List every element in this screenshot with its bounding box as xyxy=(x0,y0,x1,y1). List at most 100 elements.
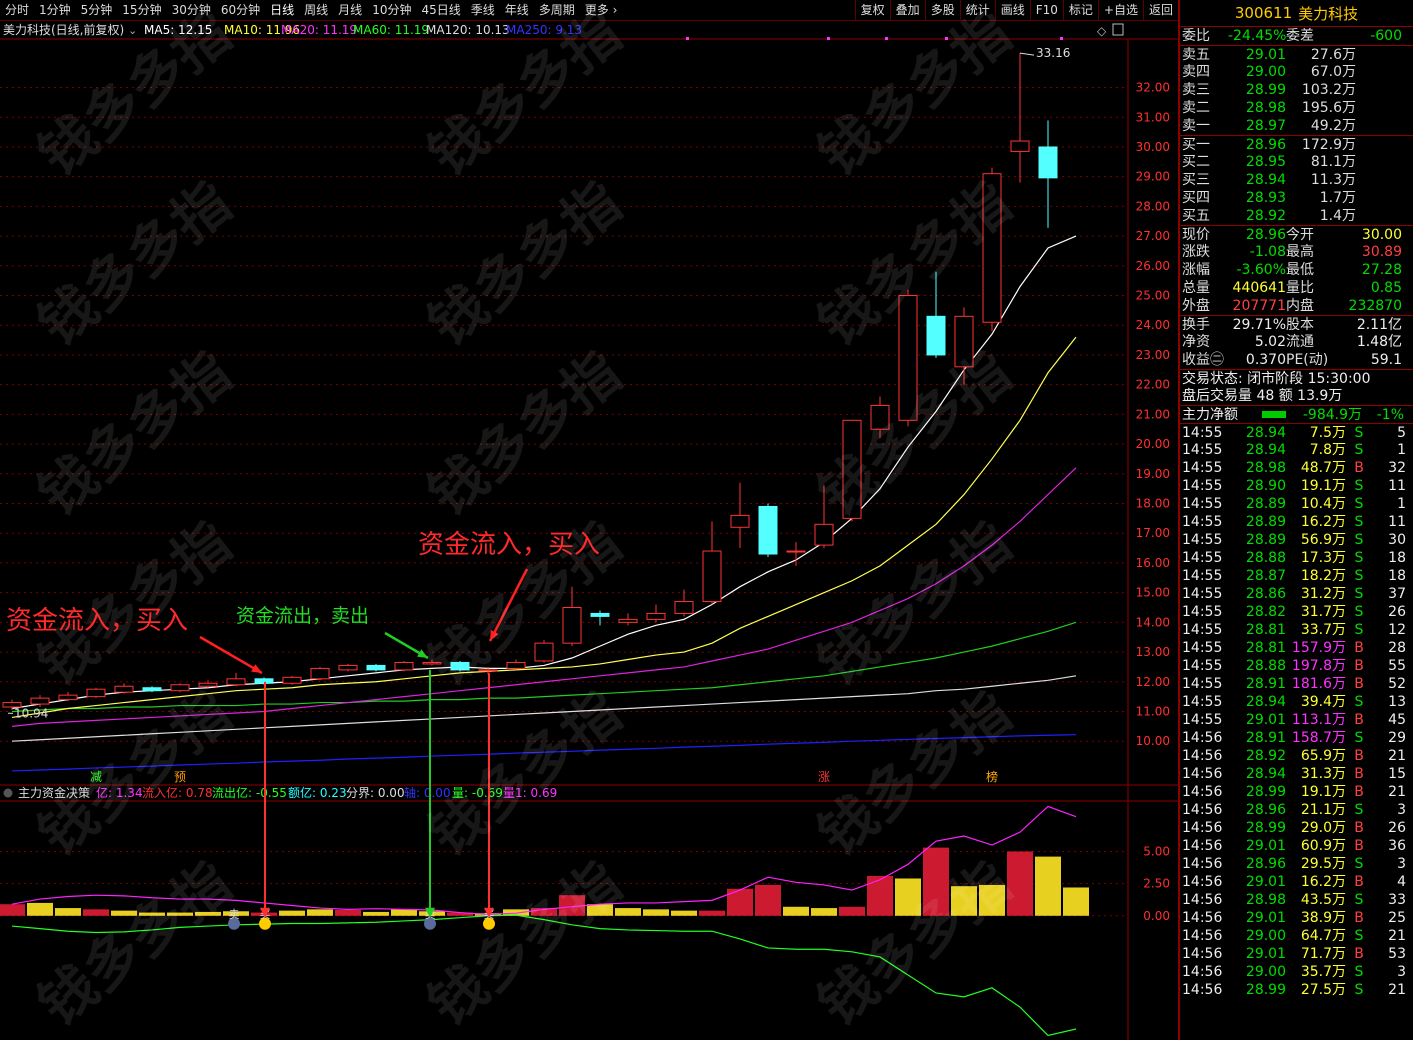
candle[interactable] xyxy=(198,680,218,688)
candle[interactable] xyxy=(870,396,890,439)
period-tab-8[interactable]: 月线 xyxy=(333,0,367,20)
period-toolbar: 分时 1分钟 5分钟 15分钟 30分钟 60分钟 日线 周线 月线 10分钟 45日线 季线 年线 多周… xyxy=(0,0,1178,21)
ask-volume: 103.2万 xyxy=(1301,82,1356,98)
candle[interactable] xyxy=(366,663,386,672)
collapse-icon[interactable]: ⌄ xyxy=(128,24,137,37)
order-ratio-row[interactable]: 委比 -24.45% 委差 -600 xyxy=(1180,27,1413,45)
tick-side: S xyxy=(1354,442,1364,458)
ask-row[interactable]: 卖五 29.01 27.6万 xyxy=(1180,45,1413,63)
candle-body xyxy=(394,661,414,671)
candle[interactable] xyxy=(926,271,946,358)
quote-header[interactable]: 300611 美力科技 xyxy=(1180,0,1413,27)
candle[interactable] xyxy=(450,660,470,672)
stat-row[interactable]: 外盘 207771 内盘 232870 xyxy=(1180,297,1413,315)
candle[interactable] xyxy=(506,659,526,670)
tool-button-3[interactable]: 统计 xyxy=(959,0,995,21)
stat-row[interactable]: 涨幅 -3.60% 最低 27.28 xyxy=(1180,261,1413,279)
candle-body xyxy=(786,550,806,553)
tool-button-1[interactable]: 叠加 xyxy=(889,0,925,21)
candle[interactable] xyxy=(758,503,778,557)
candle[interactable] xyxy=(842,419,862,522)
period-tab-14[interactable]: 更多 › xyxy=(580,0,623,20)
period-tab-9[interactable]: 10分钟 xyxy=(367,0,416,20)
panel-toggle-icon[interactable] xyxy=(1112,23,1124,36)
high-label: 33.16 xyxy=(1036,46,1070,60)
candle[interactable] xyxy=(422,659,442,666)
tick-volume: 31.7万 xyxy=(1300,604,1346,620)
candle[interactable] xyxy=(590,610,610,626)
candle[interactable] xyxy=(170,683,190,693)
ask-row[interactable]: 卖四 29.00 67.0万 xyxy=(1180,63,1413,81)
stat-row[interactable]: 总量 440641 量比 0.85 xyxy=(1180,279,1413,297)
period-tab-13[interactable]: 多周期 xyxy=(534,0,580,20)
ind-collapse-icon[interactable] xyxy=(3,788,13,798)
ask-row[interactable]: 卖二 28.98 195.6万 xyxy=(1180,99,1413,117)
candle[interactable] xyxy=(1010,53,1030,183)
candle[interactable] xyxy=(1038,120,1058,228)
candle[interactable] xyxy=(954,307,974,385)
ask-label: 卖一 xyxy=(1182,118,1210,134)
bid-row[interactable]: 买五 28.92 1.4万 xyxy=(1180,207,1413,225)
candle[interactable] xyxy=(226,672,246,687)
candle[interactable] xyxy=(898,289,918,427)
stat2-row[interactable]: 净资 5.02 流通 1.48亿 xyxy=(1180,333,1413,351)
candle[interactable] xyxy=(310,666,330,681)
tool-button-2[interactable]: 多股 xyxy=(924,0,960,21)
period-tab-10[interactable]: 45日线 xyxy=(416,0,465,20)
tool-button-5[interactable]: F10 xyxy=(1029,0,1063,21)
candle[interactable] xyxy=(814,485,834,549)
bid-row[interactable]: 买四 28.93 1.7万 xyxy=(1180,189,1413,207)
tick-price: 28.96 xyxy=(1245,802,1286,818)
period-tab-6[interactable]: 日线 xyxy=(265,0,299,20)
tick-time: 14:56 xyxy=(1182,802,1223,818)
tool-button-0[interactable]: 复权 xyxy=(854,0,890,21)
bid-row[interactable]: 买一 28.96 172.9万 xyxy=(1180,135,1413,153)
period-tab-12[interactable]: 年线 xyxy=(500,0,534,20)
stat-row[interactable]: 现价 28.96 今开 30.00 xyxy=(1180,225,1413,243)
tool-button-7[interactable]: +自选 xyxy=(1097,0,1143,21)
candle[interactable] xyxy=(674,589,694,617)
candle[interactable] xyxy=(338,663,358,672)
candle[interactable] xyxy=(982,167,1002,332)
ind-bar xyxy=(615,908,641,916)
period-tab-0[interactable]: 分时 xyxy=(0,0,34,20)
candle[interactable] xyxy=(562,586,582,647)
period-tab-4[interactable]: 30分钟 xyxy=(167,0,216,20)
candle[interactable] xyxy=(394,660,414,672)
ind-y-tick-label: 2.50 xyxy=(1143,877,1170,891)
candle[interactable] xyxy=(58,692,78,702)
candle[interactable] xyxy=(282,675,302,685)
ind-y-tick-label: 0.00 xyxy=(1143,909,1170,923)
period-tab-1[interactable]: 1分钟 xyxy=(34,0,76,20)
candle[interactable] xyxy=(618,613,638,626)
candle[interactable] xyxy=(86,687,106,699)
period-tab-3[interactable]: 15分钟 xyxy=(117,0,166,20)
stat2-row[interactable]: 收益㊁ 0.370 PE(动) 59.1 xyxy=(1180,351,1413,369)
period-tab-5[interactable]: 60分钟 xyxy=(216,0,265,20)
candle[interactable] xyxy=(114,683,134,694)
bid-row[interactable]: 买三 28.94 11.3万 xyxy=(1180,171,1413,189)
stat-row[interactable]: 涨跌 -1.08 最高 30.89 xyxy=(1180,243,1413,261)
candle[interactable] xyxy=(646,604,666,623)
period-tab-11[interactable]: 季线 xyxy=(466,0,500,20)
tool-button-8[interactable]: 返回 xyxy=(1142,0,1178,21)
period-tab-2[interactable]: 5分钟 xyxy=(76,0,118,20)
bid-row[interactable]: 买二 28.95 81.1万 xyxy=(1180,153,1413,171)
candle[interactable] xyxy=(534,640,554,663)
period-tab-7[interactable]: 周线 xyxy=(299,0,333,20)
ma-label-ma5: MA5: 12.15 xyxy=(144,23,212,37)
main-flow-row[interactable]: 主力净额 -984.9万 -1% xyxy=(1180,405,1413,423)
tool-button-6[interactable]: 标记 xyxy=(1062,0,1098,21)
y-tick-label: 17.00 xyxy=(1136,526,1170,540)
tick-time: 14:56 xyxy=(1182,982,1223,998)
diamond-icon[interactable]: ◇ xyxy=(1097,24,1107,38)
tool-button-4[interactable]: 画线 xyxy=(994,0,1030,21)
stat2-row[interactable]: 换手 29.71% 股本 2.11亿 xyxy=(1180,315,1413,333)
candle-body xyxy=(730,514,750,528)
ind-bar xyxy=(951,886,977,916)
tick-row: 14:56 28.98 43.5万 S 33 xyxy=(1180,891,1413,909)
candle[interactable] xyxy=(702,521,722,605)
candle[interactable] xyxy=(730,482,750,549)
ask-row[interactable]: 卖一 28.97 49.2万 xyxy=(1180,117,1413,135)
ask-row[interactable]: 卖三 28.99 103.2万 xyxy=(1180,81,1413,99)
